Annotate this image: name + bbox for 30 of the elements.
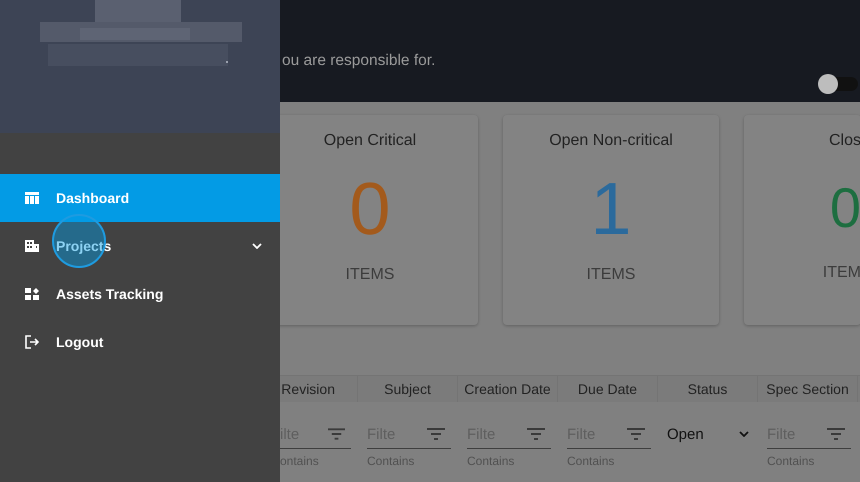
subtitle-text: ou are responsible for. bbox=[282, 52, 436, 70]
table-icon bbox=[25, 192, 39, 204]
filter-icon[interactable] bbox=[627, 428, 645, 440]
filter-icon[interactable] bbox=[427, 428, 445, 440]
nav-item[interactable]: Logout bbox=[0, 318, 280, 366]
nav-item[interactable]: Dashboard bbox=[0, 174, 280, 222]
filter-icon[interactable] bbox=[328, 428, 345, 440]
unit-label: ITEMS bbox=[346, 266, 394, 284]
column-header[interactable]: Status bbox=[658, 376, 758, 402]
unit-label: ITEMS bbox=[586, 266, 636, 284]
toggle-switch[interactable] bbox=[820, 77, 858, 91]
column-header[interactable]: Revision bbox=[280, 376, 358, 402]
logout-icon bbox=[25, 335, 39, 349]
count-number: 0 bbox=[349, 172, 391, 246]
card-title: Open Critical bbox=[324, 132, 416, 150]
card-title: Open Non-critical bbox=[549, 132, 673, 150]
count-number: 1 bbox=[590, 172, 632, 246]
column-header[interactable]: Creation Date bbox=[458, 376, 558, 402]
count-number: 0 bbox=[830, 180, 860, 236]
column-header[interactable]: Spec Section bbox=[758, 376, 858, 402]
status-select[interactable]: Open bbox=[667, 420, 751, 448]
caret-icon bbox=[739, 431, 749, 437]
building-icon bbox=[25, 240, 39, 252]
column-header[interactable]: Subject bbox=[358, 376, 458, 402]
nav-item[interactable]: Assets Tracking bbox=[0, 270, 280, 318]
filter-icon[interactable] bbox=[527, 428, 545, 440]
widgets-icon bbox=[25, 288, 39, 300]
unit-label: ITEM bbox=[822, 264, 860, 282]
filter-icon[interactable] bbox=[827, 428, 845, 440]
column-header[interactable]: Due Date bbox=[558, 376, 658, 402]
